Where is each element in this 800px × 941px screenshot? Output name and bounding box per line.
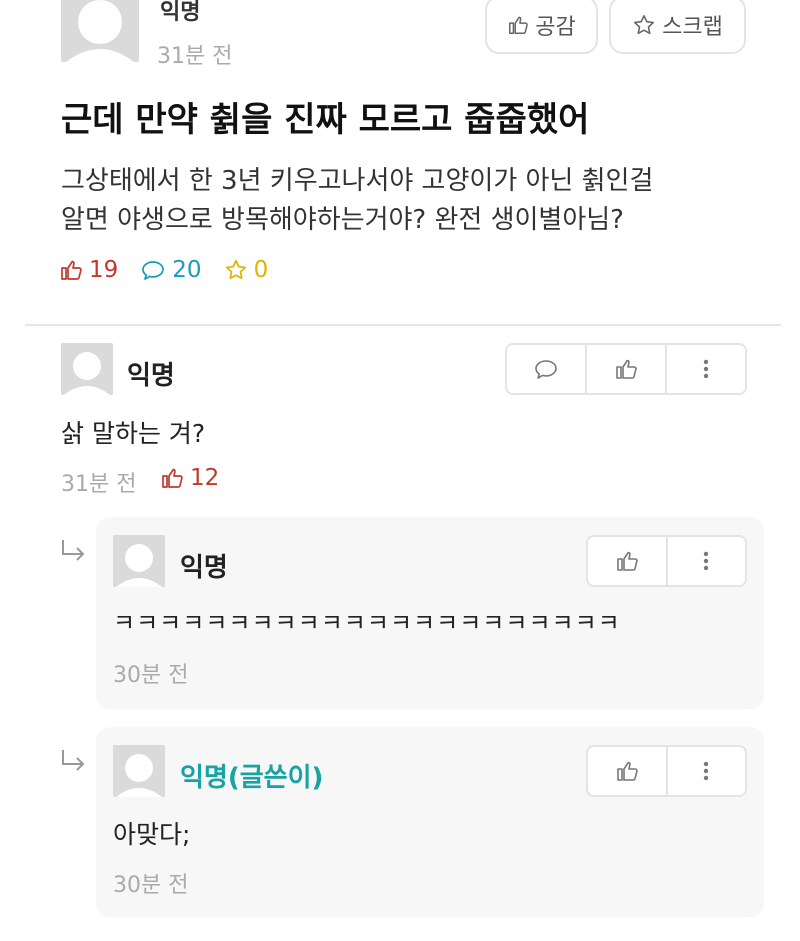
reply-avatar bbox=[113, 535, 165, 587]
reply-time: 30분 전 bbox=[113, 663, 189, 688]
post-time: 31분 전 bbox=[157, 44, 233, 69]
star-icon bbox=[634, 15, 655, 35]
post-title: 근데 만약 췱을 진짜 모르고 줍줍했어 bbox=[61, 100, 590, 140]
reply-text: ㅋㅋㅋㅋㅋㅋㅋㅋㅋㅋㅋㅋㅋㅋㅋㅋㅋㅋㅋㅋㅋㅋ bbox=[113, 609, 621, 637]
post-like-count: 19 bbox=[59, 257, 118, 283]
post-scrap-count-value: 0 bbox=[253, 257, 269, 283]
comment-text: 삵 말하는 겨? bbox=[61, 419, 206, 448]
reply-button[interactable] bbox=[507, 345, 587, 393]
like-button[interactable]: 공감 bbox=[485, 0, 598, 54]
comment-like-count-value: 12 bbox=[190, 465, 220, 491]
reply-card: 익명 ㅋㅋㅋㅋㅋㅋㅋㅋㅋㅋㅋㅋㅋㅋㅋㅋㅋㅋㅋㅋㅋㅋ 30분 전 bbox=[96, 517, 764, 709]
post-body-line: 알면 야생으로 방목해야하는거야? 완전 생이별아님? bbox=[61, 205, 624, 235]
reply-card: 익명(글쓴이) 아맞다; 30분 전 bbox=[96, 727, 764, 917]
reply-time: 30분 전 bbox=[113, 873, 189, 898]
thumbs-up-icon bbox=[61, 260, 82, 280]
like-button-label: 공감 bbox=[535, 15, 576, 40]
post-author-name: 익명 bbox=[160, 0, 201, 25]
speech-bubble-icon bbox=[142, 261, 165, 280]
vertical-dots-icon bbox=[703, 359, 709, 379]
avatar-silhouette-icon bbox=[113, 535, 165, 587]
vertical-dots-icon bbox=[704, 551, 709, 571]
comment-time: 31분 전 bbox=[61, 472, 137, 497]
reply-like-button[interactable] bbox=[588, 747, 668, 795]
post-comment-count-value: 20 bbox=[172, 257, 202, 283]
post-comment-count: 20 bbox=[140, 257, 202, 283]
speech-bubble-icon bbox=[535, 360, 557, 379]
reply-avatar bbox=[113, 745, 165, 797]
post-body-line: 그상태에서 한 3년 키우고나서야 고양이가 아닌 췱인걸 bbox=[61, 166, 654, 196]
reply-arrow-icon bbox=[62, 540, 85, 561]
thumbs-up-icon bbox=[616, 761, 638, 781]
thumbs-up-icon bbox=[616, 359, 637, 379]
reply-arrow-icon bbox=[62, 750, 85, 771]
reply-actions bbox=[586, 535, 747, 587]
reply-author-name-op: 익명(글쓴이) bbox=[180, 763, 324, 793]
comment-author-name: 익명 bbox=[127, 361, 175, 391]
thumbs-up-icon bbox=[616, 551, 638, 571]
scrap-button[interactable]: 스크랩 bbox=[609, 0, 746, 54]
thumbs-up-icon bbox=[162, 468, 183, 488]
avatar-silhouette-icon bbox=[61, 343, 113, 395]
more-options-button[interactable] bbox=[668, 537, 746, 585]
post-scrap-count: 0 bbox=[224, 257, 269, 283]
divider bbox=[25, 324, 781, 326]
reply-author-name: 익명 bbox=[180, 553, 228, 583]
comment-avatar bbox=[61, 343, 113, 395]
post-stats: 19 20 0 bbox=[59, 257, 290, 283]
post-body: 그상태에서 한 3년 키우고나서야 고양이가 아닌 췱인걸 알면 야생으로 방목… bbox=[61, 162, 761, 240]
star-icon bbox=[225, 259, 246, 280]
reply-actions bbox=[586, 745, 747, 797]
avatar-silhouette-icon bbox=[61, 0, 139, 62]
post-author-avatar bbox=[61, 0, 139, 62]
comment-like-button[interactable] bbox=[587, 345, 667, 393]
more-options-button[interactable] bbox=[667, 345, 745, 393]
scrap-button-label: 스크랩 bbox=[662, 15, 723, 40]
thumbs-up-icon bbox=[509, 16, 529, 34]
vertical-dots-icon bbox=[704, 761, 709, 781]
avatar-silhouette-icon bbox=[113, 745, 165, 797]
comment-like-count: 12 bbox=[160, 465, 219, 491]
reply-like-button[interactable] bbox=[588, 537, 668, 585]
reply-text: 아맞다; bbox=[113, 820, 191, 849]
post-like-count-value: 19 bbox=[89, 257, 119, 283]
more-options-button[interactable] bbox=[668, 747, 746, 795]
comment-actions bbox=[505, 343, 747, 395]
